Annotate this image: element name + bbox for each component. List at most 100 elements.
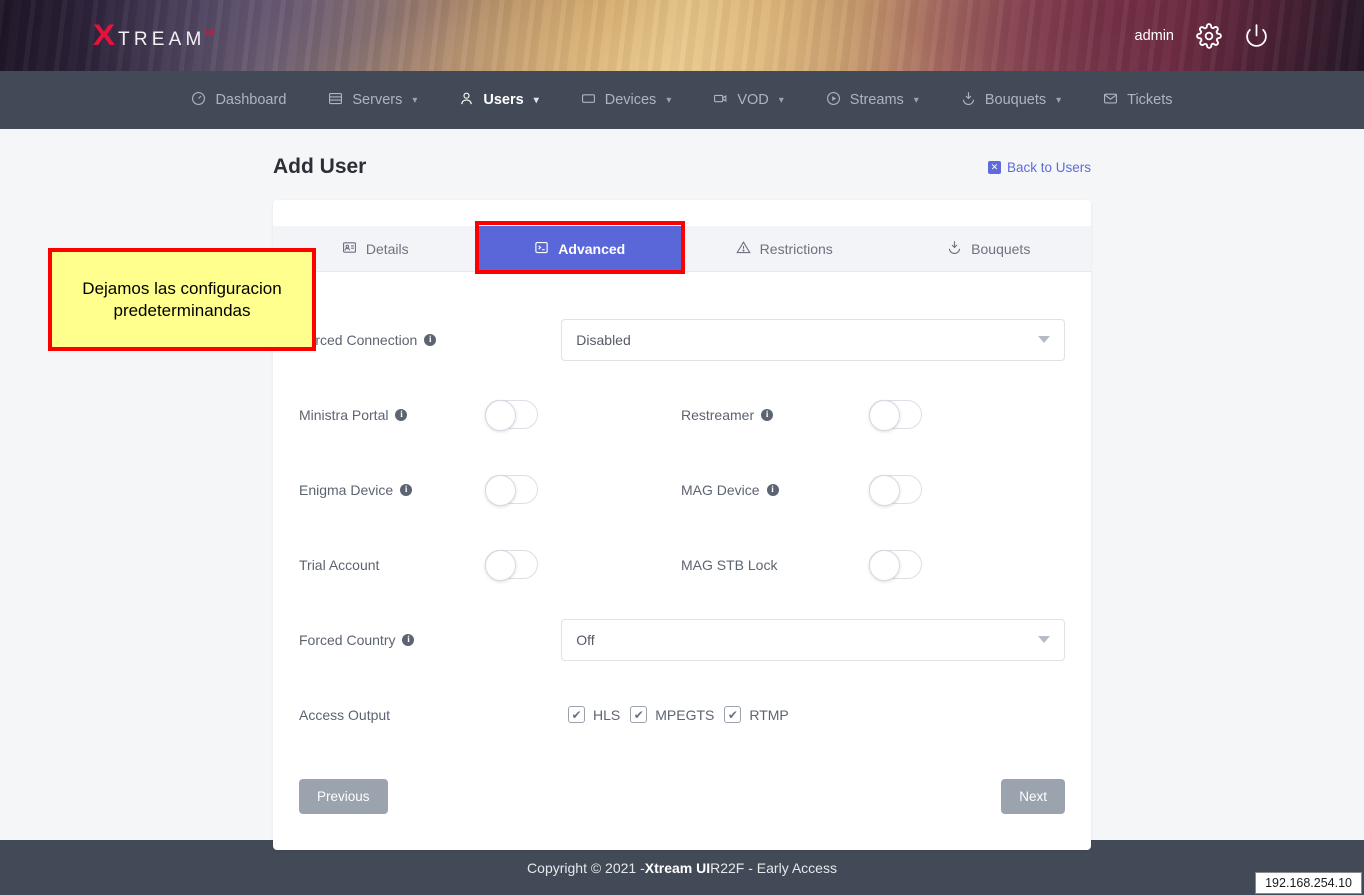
form-row-enigma-mag: Enigma Device i MAG Device i <box>299 452 1065 527</box>
enigma-device-toggle[interactable] <box>485 475 538 504</box>
mag-stb-lock-toggle-cell <box>863 550 1065 579</box>
trial-account-toggle[interactable] <box>485 550 538 579</box>
ministra-portal-toggle-cell <box>479 400 681 429</box>
checkbox-label: HLS <box>593 707 620 723</box>
form-row-trial-stblock: Trial Account MAG STB Lock <box>299 527 1065 602</box>
form-row-forced-connection: Forced Connection i Disabled <box>299 302 1065 377</box>
tab-bouquets[interactable]: Bouquets <box>887 226 1092 271</box>
checkbox-label: RTMP <box>749 707 788 723</box>
chevron-down-icon: ▾ <box>914 95 919 106</box>
vod-icon <box>713 91 728 110</box>
ministra-portal-label: Ministra Portal <box>299 407 388 423</box>
ip-address-badge: 192.168.254.10 <box>1255 872 1362 894</box>
chevron-down-icon: ▾ <box>534 95 539 106</box>
toggle-knob <box>485 550 516 581</box>
nav-label: Bouquets <box>985 92 1046 108</box>
forced-country-value: Off <box>576 632 594 648</box>
enigma-device-toggle-cell <box>479 475 681 504</box>
mag-stb-lock-label: MAG STB Lock <box>681 557 777 573</box>
toggle-knob <box>869 475 900 506</box>
access-output-option-hls[interactable]: ✔ HLS <box>568 706 620 723</box>
nav-label: Devices <box>605 92 657 108</box>
bouquets-icon <box>947 240 962 258</box>
tab-advanced[interactable]: Advanced <box>478 226 683 271</box>
wizard-buttons: Previous Next <box>273 752 1091 850</box>
forced-country-select[interactable]: Off <box>561 619 1065 661</box>
access-output-label-wrap: Access Output <box>299 707 562 723</box>
tab-label: Advanced <box>558 241 625 257</box>
forced-country-label: Forced Country <box>299 632 395 648</box>
info-icon[interactable]: i <box>761 409 773 421</box>
chevron-down-icon: ▾ <box>1056 95 1061 106</box>
nav-item-tickets[interactable]: Tickets <box>1082 71 1193 129</box>
advanced-icon <box>534 240 549 258</box>
enigma-device-label-wrap: Enigma Device i <box>299 482 479 498</box>
nav-item-users[interactable]: Users ▾ <box>438 71 559 129</box>
page-header: Add User ✕ Back to Users <box>273 129 1091 179</box>
forced-connection-value: Disabled <box>576 332 630 348</box>
mag-stb-lock-label-wrap: MAG STB Lock <box>681 557 863 573</box>
tab-label: Restrictions <box>760 241 833 257</box>
trial-account-label-wrap: Trial Account <box>299 557 479 573</box>
nav-item-servers[interactable]: Servers ▾ <box>307 71 438 129</box>
add-user-card: Details Advanced <box>273 200 1091 850</box>
nav-label: Tickets <box>1127 92 1172 108</box>
nav-label: Users <box>483 92 523 108</box>
users-icon <box>459 91 474 110</box>
mag-device-toggle-cell <box>863 475 1065 504</box>
warning-icon <box>736 240 751 258</box>
info-icon[interactable]: i <box>400 484 412 496</box>
forced-connection-select[interactable]: Disabled <box>561 319 1065 361</box>
advanced-form: Forced Connection i Disabled Ministra Po… <box>273 272 1091 752</box>
gear-icon[interactable] <box>1196 23 1222 49</box>
nav-item-vod[interactable]: VOD ▾ <box>692 71 804 129</box>
access-output-checkbox-group: ✔ HLS ✔ MPEGTS ✔ RTMP <box>568 706 789 723</box>
toggle-knob <box>485 475 516 506</box>
restreamer-toggle[interactable] <box>869 400 922 429</box>
toggle-knob <box>869 400 900 431</box>
nav-item-bouquets[interactable]: Bouquets ▾ <box>940 71 1082 129</box>
info-icon[interactable]: i <box>402 634 414 646</box>
tab-restrictions[interactable]: Restrictions <box>682 226 887 271</box>
nav-label: Dashboard <box>215 92 286 108</box>
enigma-device-label: Enigma Device <box>299 482 393 498</box>
info-icon[interactable]: i <box>767 484 779 496</box>
admin-username: admin <box>1135 28 1175 44</box>
nav-item-devices[interactable]: Devices ▾ <box>560 71 693 129</box>
mag-device-toggle[interactable] <box>869 475 922 504</box>
tab-label: Details <box>366 241 409 257</box>
access-output-option-rtmp[interactable]: ✔ RTMP <box>724 706 788 723</box>
back-link-label: Back to Users <box>1007 160 1091 175</box>
xtream-logo[interactable]: X TREAM UI <box>94 21 214 51</box>
annotation-note: Dejamos las configuracion predeterminand… <box>48 248 316 351</box>
top-header: X TREAM UI admin <box>0 0 1364 71</box>
info-icon[interactable]: i <box>395 409 407 421</box>
streams-icon <box>826 91 841 110</box>
next-button[interactable]: Next <box>1001 779 1065 814</box>
footer-brand: Xtream UI <box>645 860 710 876</box>
main-content: Add User ✕ Back to Users <box>0 129 1364 840</box>
logo-superscript: UI <box>206 28 214 37</box>
access-output-option-mpegts[interactable]: ✔ MPEGTS <box>630 706 714 723</box>
trial-account-toggle-cell <box>479 550 681 579</box>
form-row-forced-country: Forced Country i Off <box>299 602 1065 677</box>
mag-stb-lock-toggle[interactable] <box>869 550 922 579</box>
nav-item-streams[interactable]: Streams ▾ <box>805 71 940 129</box>
app-root: X TREAM UI admin <box>0 0 1364 895</box>
servers-icon <box>328 91 343 110</box>
nav-items: Dashboard Servers ▾ <box>170 71 1193 129</box>
access-output-label: Access Output <box>299 707 390 723</box>
nav-label: Streams <box>850 92 904 108</box>
nav-item-dashboard[interactable]: Dashboard <box>170 71 307 129</box>
power-icon[interactable] <box>1244 23 1269 48</box>
dashboard-icon <box>191 91 206 110</box>
ministra-portal-toggle[interactable] <box>485 400 538 429</box>
forced-connection-label-wrap: Forced Connection i <box>299 332 561 348</box>
chevron-down-icon <box>1038 336 1050 343</box>
back-to-users-link[interactable]: ✕ Back to Users <box>988 160 1091 175</box>
tab-bar: Details Advanced <box>273 226 1091 272</box>
tab-label: Bouquets <box>971 241 1030 257</box>
previous-button[interactable]: Previous <box>299 779 388 814</box>
page-title: Add User <box>273 155 366 179</box>
info-icon[interactable]: i <box>424 334 436 346</box>
